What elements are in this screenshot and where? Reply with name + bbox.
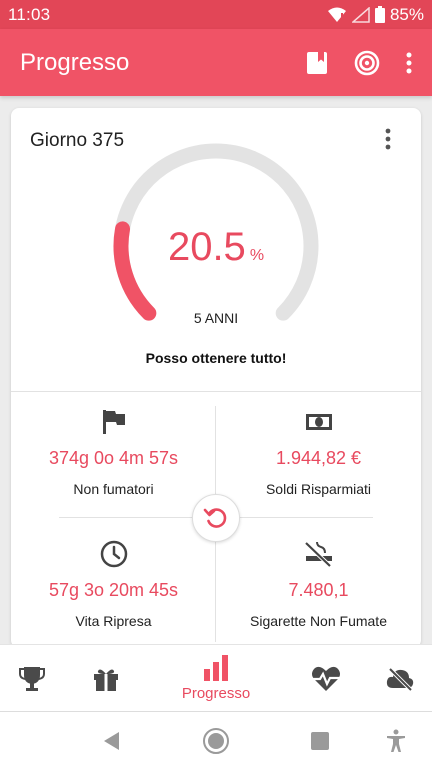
stat-label: Sigarette Non Fumate	[250, 613, 387, 629]
battery-percent: 85%	[389, 4, 424, 24]
app-bar: Progresso	[0, 29, 432, 96]
recents-icon	[311, 731, 329, 750]
stat-value: 1.944,82 €	[275, 448, 362, 468]
home-button[interactable]	[199, 712, 233, 768]
stat-value: 7.480,1	[288, 580, 349, 600]
stat-value: 374g 0o 4m 57s	[48, 448, 179, 468]
stat-smoke-free-time: 374g 0o 4m 57s Non fumatori	[11, 406, 216, 497]
stat-money-saved: 1.944,82 € Soldi Risparmiati	[216, 406, 421, 497]
heartbeat-icon	[312, 666, 340, 691]
battery-icon	[374, 6, 385, 23]
back-icon	[104, 731, 119, 750]
stat-value: 57g 3o 20m 45s	[48, 580, 179, 600]
signal-icon	[351, 6, 370, 23]
clock-icon	[100, 540, 127, 568]
target-icon[interactable]	[354, 50, 380, 76]
stat-label: Non fumatori	[73, 481, 154, 497]
progress-percent: 20.5%	[11, 225, 421, 270]
reset-button[interactable]	[192, 494, 240, 542]
status-icons: 85%	[327, 5, 424, 25]
nav-health[interactable]	[304, 645, 348, 712]
stat-life-regained: 57g 3o 20m 45s Vita Ripresa	[11, 538, 216, 629]
cloud-off-icon	[386, 667, 414, 691]
stat-label: Soldi Risparmiati	[265, 481, 372, 497]
back-button[interactable]	[96, 712, 128, 768]
no-smoking-icon	[304, 541, 332, 567]
nav-rewards[interactable]	[84, 645, 128, 712]
page-title: Progresso	[20, 48, 130, 76]
trophy-icon	[19, 666, 45, 691]
accessibility-icon	[387, 729, 405, 752]
system-nav-bar	[0, 711, 432, 768]
home-icon	[203, 727, 229, 754]
status-time: 11:03	[8, 4, 51, 24]
bar-chart-icon	[204, 655, 228, 681]
flag-icon	[102, 410, 125, 434]
motto-text: Posso ottenere tutto!	[145, 350, 287, 366]
accessibility-button[interactable]	[382, 712, 410, 768]
stat-label: Vita Ripresa	[75, 613, 152, 629]
recents-button[interactable]	[306, 712, 334, 768]
gift-icon	[94, 669, 118, 691]
nav-progress-label: Progresso	[181, 685, 251, 702]
stat-cigarettes-not-smoked: 7.480,1 Sigarette Non Fumate	[216, 538, 421, 629]
percent-unit: %	[249, 247, 265, 264]
money-icon	[305, 414, 332, 430]
nav-achievements[interactable]	[10, 645, 54, 712]
refresh-icon	[203, 508, 227, 528]
nav-progress[interactable]: Progresso	[166, 645, 266, 712]
goal-label: 5 ANNI	[193, 310, 239, 326]
percent-value: 20.5	[167, 225, 246, 269]
card-divider	[11, 391, 421, 392]
wifi-icon	[327, 7, 346, 22]
book-icon[interactable]	[306, 51, 328, 75]
bottom-nav: Progresso	[0, 644, 432, 711]
status-bar: 11:03 85%	[0, 0, 432, 29]
nav-cloud[interactable]	[378, 645, 422, 712]
progress-card: Giorno 375 20.5% 5 ANNI Posso ottenere t…	[11, 108, 421, 648]
more-vert-icon[interactable]	[406, 52, 412, 74]
